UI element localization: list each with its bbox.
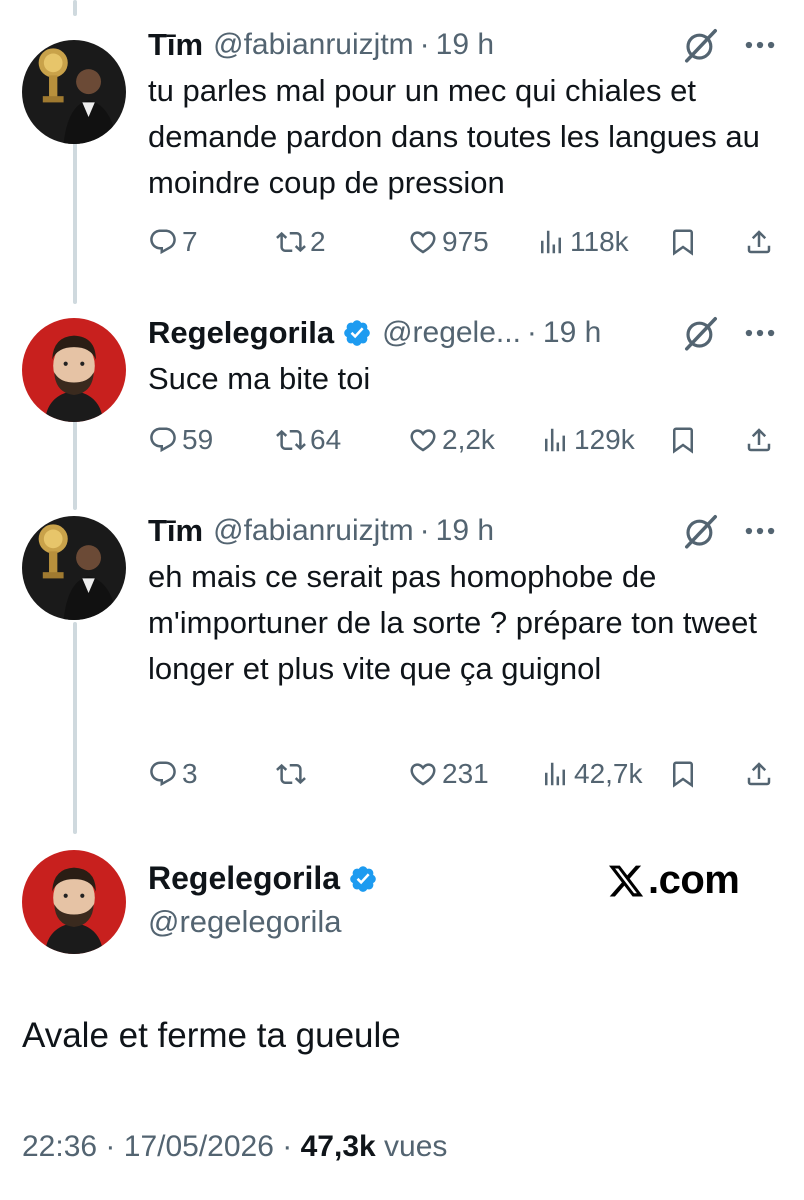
avatar[interactable] — [22, 850, 126, 954]
reply-count: 7 — [182, 226, 198, 257]
tweet-text: Avale et ferme ta gueule — [22, 1016, 401, 1055]
reply-button[interactable]: 59 — [148, 420, 213, 460]
bookmark-icon — [668, 759, 698, 789]
retweet-button[interactable]: 64 — [276, 420, 341, 460]
retweet-count: 2 — [310, 226, 326, 257]
author-handle[interactable]: @fabianruizjtm — [213, 28, 414, 62]
share-button[interactable] — [744, 754, 774, 794]
reply-icon — [148, 227, 178, 257]
author-name[interactable]: Regelegorila — [148, 860, 340, 897]
tweet-date[interactable]: 17/05/2026 — [124, 1130, 274, 1163]
views-icon — [536, 227, 566, 257]
tweet-meta: 22:36 · 17/05/2026 · 47,3k vues — [22, 1130, 447, 1164]
reply-count: 3 — [182, 758, 198, 789]
separator: · — [419, 28, 430, 61]
more-icon[interactable] — [740, 512, 780, 550]
verified-badge-icon — [342, 318, 372, 348]
views-count: 42,7k — [574, 758, 643, 789]
retweet-icon — [276, 759, 306, 789]
like-icon — [408, 227, 438, 257]
more-icon[interactable] — [740, 26, 780, 64]
views-button[interactable]: 42,7k — [540, 754, 643, 794]
author-name[interactable]: Tīm — [148, 27, 203, 63]
views-button[interactable]: 118k — [536, 222, 629, 262]
author-name[interactable]: Regelegorila — [148, 315, 334, 351]
more-icon[interactable] — [740, 314, 780, 352]
views-button[interactable]: 129k — [540, 420, 635, 460]
bookmark-icon — [668, 425, 698, 455]
share-button[interactable] — [744, 222, 774, 262]
share-icon — [744, 425, 774, 455]
x-com-watermark: .com — [606, 858, 740, 903]
views-icon — [540, 759, 570, 789]
like-button[interactable]: 975 — [408, 222, 489, 262]
bookmark-button[interactable] — [668, 222, 698, 262]
avatar[interactable] — [22, 318, 126, 422]
verified-badge-icon — [348, 864, 378, 894]
tweet-text: tu parles mal pour un mec qui chiales et… — [148, 73, 760, 200]
thread-line — [73, 410, 77, 510]
avatar[interactable] — [22, 40, 126, 144]
bookmark-icon — [668, 227, 698, 257]
share-icon — [744, 227, 774, 257]
share-icon — [744, 759, 774, 789]
tweet-text: eh mais ce serait pas homophobe de m'imp… — [148, 559, 758, 686]
like-count: 975 — [442, 226, 489, 257]
main-author[interactable]: Regelegorila — [148, 860, 378, 897]
separator: · — [282, 1130, 293, 1163]
separator: · — [105, 1130, 116, 1163]
like-icon — [408, 759, 438, 789]
grok-icon[interactable] — [682, 512, 720, 550]
separator: · — [526, 316, 537, 349]
grok-icon[interactable] — [682, 314, 720, 352]
like-count: 2,2k — [442, 424, 495, 455]
reply-icon — [148, 759, 178, 789]
watermark-text: .com — [648, 858, 740, 902]
separator: · — [419, 514, 430, 547]
views-icon — [540, 425, 570, 455]
reply-icon — [148, 425, 178, 455]
timestamp[interactable]: 19 h — [436, 28, 494, 62]
retweet-count: 64 — [310, 424, 342, 455]
retweet-icon — [276, 227, 306, 257]
author-handle[interactable]: @regelegorila — [148, 904, 341, 940]
views-label: vues — [384, 1130, 448, 1163]
reply-button[interactable]: 3 — [148, 754, 198, 794]
like-button[interactable]: 2,2k — [408, 420, 495, 460]
retweet-button[interactable] — [276, 754, 310, 794]
thread-line — [73, 622, 77, 834]
like-button[interactable]: 231 — [408, 754, 489, 794]
like-icon — [408, 425, 438, 455]
reply-button[interactable]: 7 — [148, 222, 198, 262]
avatar[interactable] — [22, 516, 126, 620]
timestamp[interactable]: 19 h — [543, 316, 601, 350]
views-count: 118k — [570, 226, 629, 257]
timestamp[interactable]: 19 h — [436, 514, 494, 548]
retweet-button[interactable]: 2 — [276, 222, 326, 262]
author-handle[interactable]: @fabianruizjtm — [213, 514, 414, 548]
bookmark-button[interactable] — [668, 420, 698, 460]
views-count: 129k — [574, 424, 635, 455]
reply-count: 59 — [182, 424, 214, 455]
thread-line — [73, 118, 77, 304]
grok-icon[interactable] — [682, 26, 720, 64]
views-count: 47,3k — [300, 1130, 376, 1163]
thread-line — [73, 0, 77, 16]
author-handle[interactable]: @regele... — [382, 316, 521, 350]
retweet-icon — [276, 425, 306, 455]
tweet-time[interactable]: 22:36 — [22, 1130, 97, 1163]
share-button[interactable] — [744, 420, 774, 460]
like-count: 231 — [442, 758, 489, 789]
author-name[interactable]: Tīm — [148, 513, 203, 549]
tweet-text: Suce ma bite toi — [148, 361, 371, 396]
x-logo-icon — [606, 862, 646, 900]
bookmark-button[interactable] — [668, 754, 698, 794]
